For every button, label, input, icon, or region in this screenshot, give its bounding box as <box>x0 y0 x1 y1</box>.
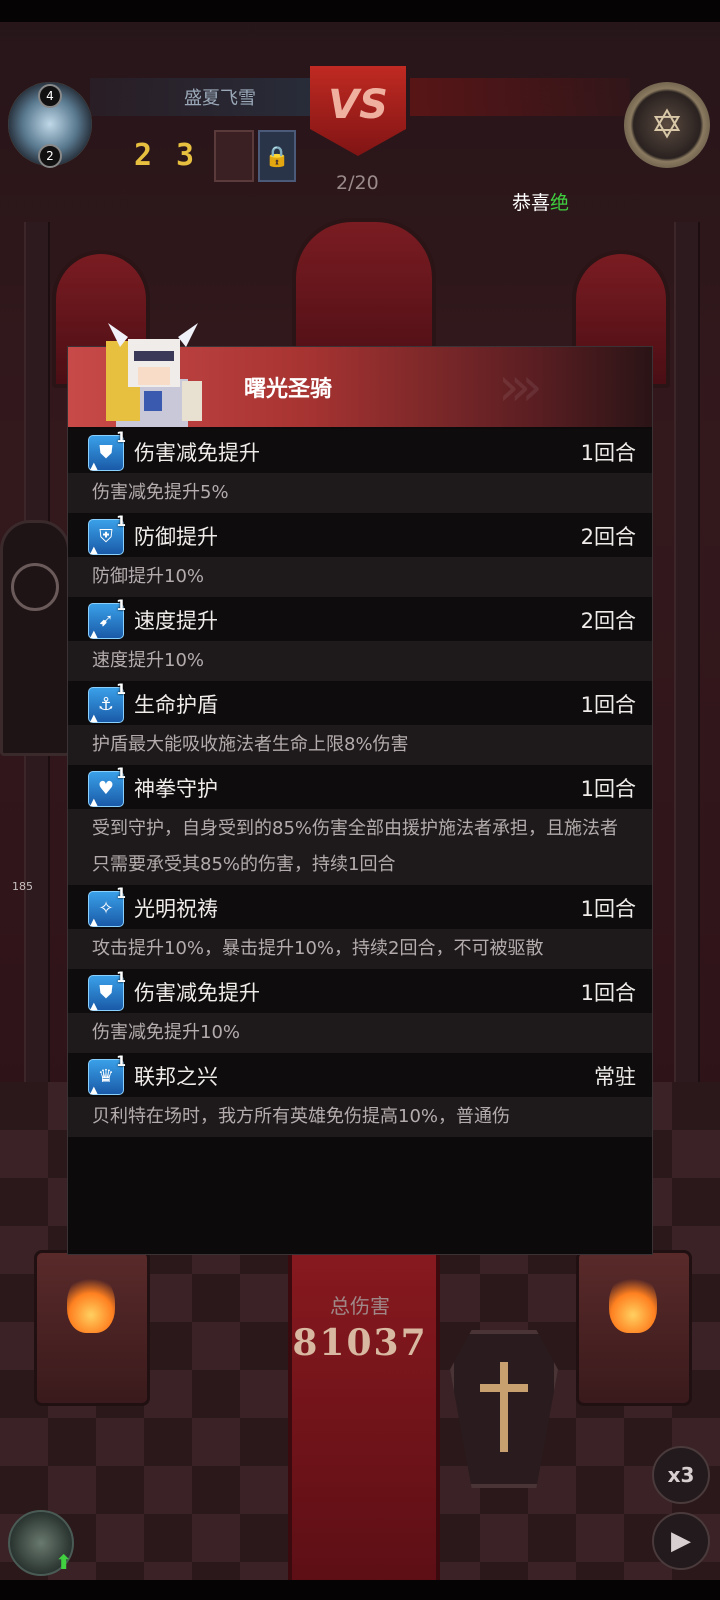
up-arrow-icon: ▲ <box>90 797 98 808</box>
buff-name: 生命护盾 <box>134 693 218 717</box>
buff-header: ⛊ 1 ▲ 伤害减免提升 1回合 <box>68 969 652 1013</box>
buff-header: ➹ 1 ▲ 速度提升 2回合 <box>68 597 652 641</box>
buff-row[interactable]: ⛊ 1 ▲ 伤害减免提升 1回合 伤害减免提升5% <box>68 429 652 513</box>
buff-row[interactable]: ♛ 1 ▲ 联邦之兴 常驻 贝利特在场时，我方所有英雄免伤提高10%，普通伤 <box>68 1053 652 1137</box>
total-damage-label: 总伤害 <box>330 1294 390 1318</box>
buff-duration: 1回合 <box>580 777 636 801</box>
buff-duration: 2回合 <box>580 525 636 549</box>
buff-list: ⛊ 1 ▲ 伤害减免提升 1回合 伤害减免提升5% ⛨ 1 ▲ 防御提升 2回合 防御提升10% ➹ 1 ▲… <box>68 429 652 1137</box>
buff-description: 贝利特在场时，我方所有英雄免伤提高10%，普通伤 <box>68 1097 652 1137</box>
up-arrow-icon: ▲ <box>90 1001 98 1012</box>
counter-b: 3 <box>176 138 195 173</box>
buff-duration: 常驻 <box>594 1065 636 1089</box>
buff-description: 伤害减免提升10% <box>68 1013 652 1053</box>
skill-button[interactable]: ⬆ <box>8 1510 74 1576</box>
federation-icon: ♛ 1 ▲ <box>88 1054 126 1096</box>
buff-duration: 2回合 <box>580 609 636 633</box>
boot-speed-icon: ➹ 1 ▲ <box>88 598 126 640</box>
buff-duration: 1回合 <box>580 897 636 921</box>
round-counter: 2/20 <box>336 172 379 194</box>
locked-slot[interactable]: 🔒 <box>258 130 296 182</box>
buff-level: 1 <box>116 766 126 782</box>
buff-name: 伤害减免提升 <box>134 981 260 1005</box>
buff-row[interactable]: ♥ 1 ▲ 神拳守护 1回合 受到守护，自身受到的85%伤害全部由援护施法者承担，且施法者… <box>68 765 652 885</box>
hexagram-icon: ✡ <box>650 102 684 148</box>
grandfather-clock <box>0 520 70 756</box>
buff-description: 伤害减免提升5% <box>68 473 652 513</box>
hero-name: 曙光圣骑 <box>244 377 333 402</box>
buff-level: 1 <box>116 682 126 698</box>
damage-reduction-icon: ⛊ 1 ▲ <box>88 970 126 1012</box>
enemy-team-bar <box>410 78 630 116</box>
up-arrow-icon: ▲ <box>90 917 98 928</box>
speed-button[interactable]: x3 <box>652 1446 710 1504</box>
buff-description: 护盾最大能吸收施法者生命上限8%伤害 <box>68 725 652 765</box>
ally-team-name: 盛夏飞雪 <box>184 88 256 109</box>
buff-name: 防御提升 <box>134 525 218 549</box>
light-blessing-icon: ✧ 1 ▲ <box>88 886 126 928</box>
congrats-message: 恭喜绝 <box>512 192 570 214</box>
counter-a: 2 <box>134 138 153 173</box>
buff-description: 防御提升10% <box>68 557 652 597</box>
buff-description: 受到守护，自身受到的85%伤害全部由援护施法者承担，且施法者只需要承受其85%的… <box>68 809 652 885</box>
shield-defense-icon: ⛨ 1 ▲ <box>88 514 126 556</box>
buff-name: 速度提升 <box>134 609 218 633</box>
buff-name: 光明祝祷 <box>134 897 218 921</box>
buff-header: ⛊ 1 ▲ 伤害减免提升 1回合 <box>68 429 652 473</box>
clock-face-icon <box>11 563 59 611</box>
total-damage-value: 81037 <box>292 1322 428 1364</box>
buff-level: 1 <box>116 1054 126 1070</box>
buff-header: ⛨ 1 ▲ 防御提升 2回合 <box>68 513 652 557</box>
buff-header: ⚓ 1 ▲ 生命护盾 1回合 <box>68 681 652 725</box>
ally-team-badge[interactable]: 4 2 <box>8 82 92 168</box>
pillar <box>674 222 700 1122</box>
heart-fist-icon: ♥ 1 ▲ <box>88 766 126 808</box>
buff-header: ✧ 1 ▲ 光明祝祷 1回合 <box>68 885 652 929</box>
buff-level: 1 <box>116 514 126 530</box>
buff-level: 1 <box>116 886 126 902</box>
play-icon: ▶ <box>671 1526 691 1556</box>
buff-level: 1 <box>116 970 126 986</box>
buff-duration: 1回合 <box>580 441 636 465</box>
buff-duration: 1回合 <box>580 981 636 1005</box>
buff-row[interactable]: ⛊ 1 ▲ 伤害减免提升 1回合 伤害减免提升10% <box>68 969 652 1053</box>
up-arrow-icon: ▲ <box>90 545 98 556</box>
cross-icon <box>500 1362 508 1452</box>
up-arrow-icon: ▲ <box>90 713 98 724</box>
buff-name: 伤害减免提升 <box>134 441 260 465</box>
badge-top-count: 4 <box>38 84 62 108</box>
up-arrow-icon: ▲ <box>90 461 98 472</box>
buff-header: ♥ 1 ▲ 神拳守护 1回合 <box>68 765 652 809</box>
status-bar <box>0 0 720 22</box>
buff-level: 1 <box>116 598 126 614</box>
unit-hp-label: 185 <box>12 880 33 893</box>
enemy-team-badge[interactable]: ✡ <box>624 82 710 168</box>
up-arrow-icon: ▲ <box>90 629 98 640</box>
buff-description: 速度提升10% <box>68 641 652 681</box>
red-carpet <box>288 1230 440 1600</box>
buff-level: 1 <box>116 430 126 446</box>
upgrade-arrow-icon: ⬆ <box>55 1550 72 1574</box>
navigation-bar <box>0 1580 720 1600</box>
badge-bottom-count: 2 <box>38 144 62 168</box>
buff-header: ♛ 1 ▲ 联邦之兴 常驻 <box>68 1053 652 1097</box>
lock-icon: 🔒 <box>264 144 290 168</box>
buff-duration: 1回合 <box>580 693 636 717</box>
buff-name: 神拳守护 <box>134 777 218 801</box>
buff-name: 联邦之兴 <box>134 1065 218 1089</box>
buff-row[interactable]: ⚓ 1 ▲ 生命护盾 1回合 护盾最大能吸收施法者生命上限8%伤害 <box>68 681 652 765</box>
buff-detail-panel[interactable]: ››› 曙光圣骑 ⛊ 1 ▲ 伤害减免提升 1回合 伤害减免提升5% ⛨ 1 ▲ 防御提升 2回合防… <box>67 323 653 1255</box>
chevron-decoration-icon: ››› <box>498 355 543 418</box>
buff-row[interactable]: ✧ 1 ▲ 光明祝祷 1回合 攻击提升10%，暴击提升10%，持续2回合，不可被驱散 <box>68 885 652 969</box>
buff-row[interactable]: ⛨ 1 ▲ 防御提升 2回合 防御提升10% <box>68 513 652 597</box>
play-button[interactable]: ▶ <box>652 1512 710 1570</box>
buff-row[interactable]: ➹ 1 ▲ 速度提升 2回合 速度提升10% <box>68 597 652 681</box>
hero-portrait <box>106 323 202 427</box>
damage-reduction-icon: ⛊ 1 ▲ <box>88 430 126 472</box>
up-arrow-icon: ▲ <box>90 1085 98 1096</box>
mini-hero-portrait[interactable] <box>214 130 254 182</box>
anchor-shield-icon: ⚓ 1 ▲ <box>88 682 126 724</box>
buff-description: 攻击提升10%，暴击提升10%，持续2回合，不可被驱散 <box>68 929 652 969</box>
